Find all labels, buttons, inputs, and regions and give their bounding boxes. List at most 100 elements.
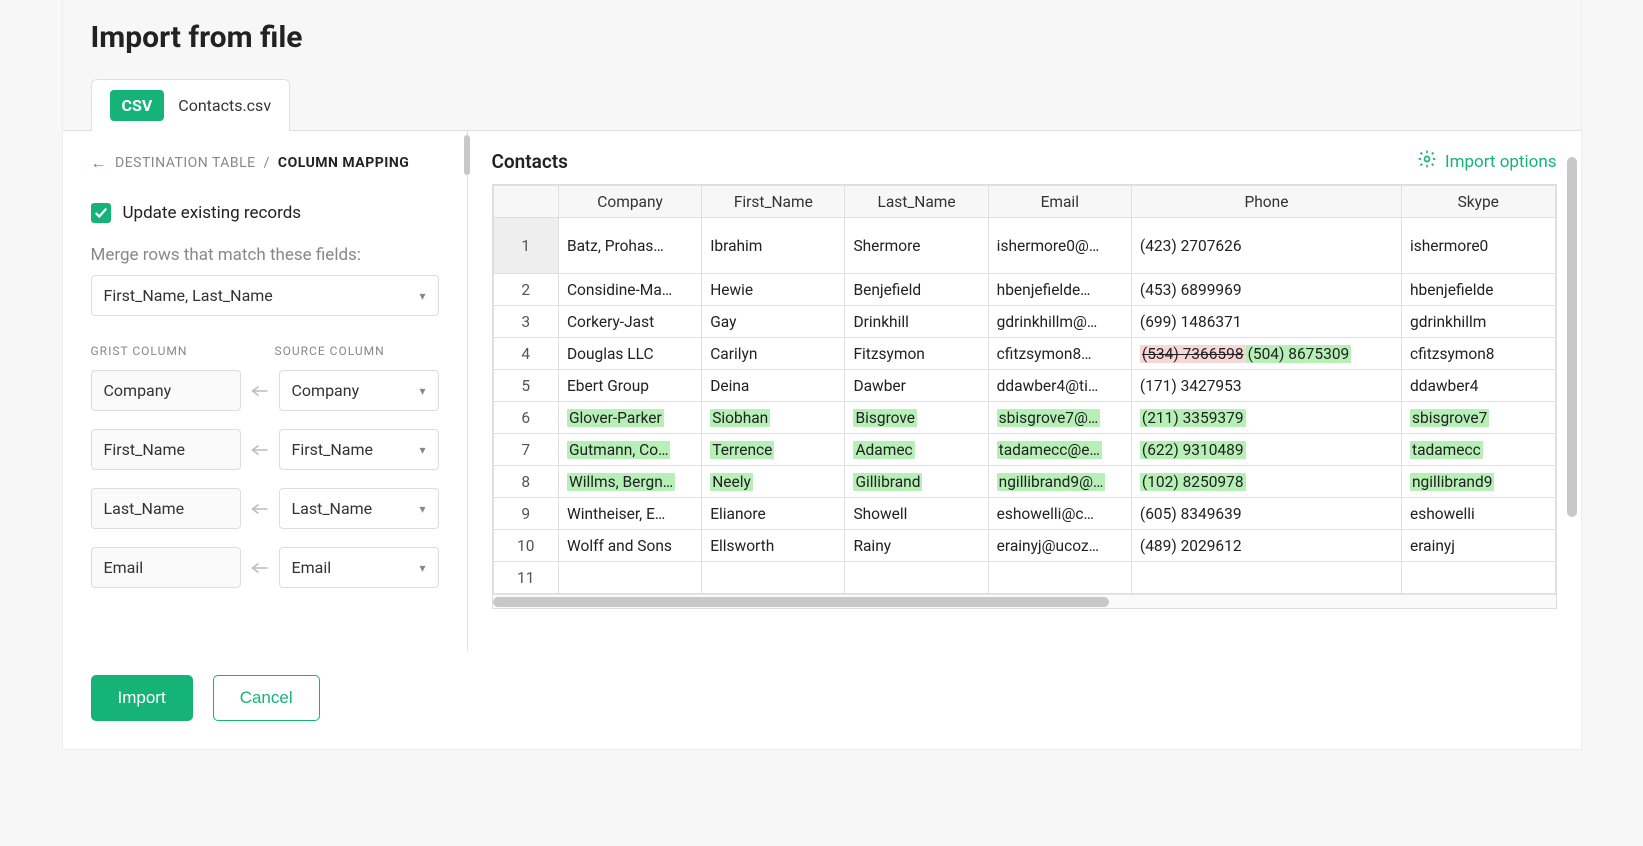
back-arrow-icon[interactable]: ← — [91, 153, 108, 173]
table-cell[interactable]: gdrinkhillm@… — [988, 306, 1131, 338]
table-cell[interactable]: Hewie — [702, 274, 845, 306]
update-existing-checkbox[interactable] — [91, 203, 111, 223]
table-cell[interactable] — [1402, 562, 1556, 594]
table-row[interactable]: 11 — [493, 562, 1555, 594]
cancel-button[interactable]: Cancel — [213, 675, 320, 721]
vertical-scrollbar[interactable] — [1567, 157, 1577, 517]
table-cell[interactable] — [988, 562, 1131, 594]
table-row[interactable]: 3Corkery-JastGayDrinkhillgdrinkhillm@…(6… — [493, 306, 1555, 338]
table-cell[interactable]: Drinkhill — [845, 306, 988, 338]
table-cell[interactable]: gdrinkhillm — [1402, 306, 1556, 338]
table-cell[interactable]: ishermore0 — [1402, 218, 1556, 274]
table-cell[interactable]: ddawber4 — [1402, 370, 1556, 402]
table-cell[interactable]: ngillibrand9 — [1402, 466, 1556, 498]
table-cell[interactable]: tadamecc@e… — [988, 434, 1131, 466]
column-header[interactable]: First_Name — [702, 186, 845, 218]
table-row[interactable]: 6Glover-ParkerSiobhanBisgrovesbisgrove7@… — [493, 402, 1555, 434]
table-cell[interactable]: (605) 8349639 — [1131, 498, 1401, 530]
table-cell[interactable] — [702, 562, 845, 594]
table-cell[interactable]: Gay — [702, 306, 845, 338]
highlighted-value: Bisgrove — [853, 409, 917, 427]
table-cell[interactable]: (102) 8250978 — [1131, 466, 1401, 498]
table-cell[interactable]: Showell — [845, 498, 988, 530]
table-cell[interactable]: eshowelli — [1402, 498, 1556, 530]
breadcrumb-step-destination[interactable]: DESTINATION TABLE — [115, 155, 256, 171]
table-cell[interactable]: Batz, Prohas… — [558, 218, 701, 274]
import-button[interactable]: Import — [91, 675, 193, 721]
table-row[interactable]: 2Considine-Ma…HewieBenjefieldhbenjefield… — [493, 274, 1555, 306]
table-cell[interactable]: ddawber4@ti… — [988, 370, 1131, 402]
table-row[interactable]: 9Wintheiser, E…ElianoreShowelleshowelli@… — [493, 498, 1555, 530]
table-cell[interactable]: Gutmann, Co… — [558, 434, 701, 466]
import-options-button[interactable]: Import options — [1417, 149, 1557, 174]
table-cell[interactable]: Considine-Ma… — [558, 274, 701, 306]
table-cell[interactable]: (211) 3359379 — [1131, 402, 1401, 434]
table-row[interactable]: 10Wolff and SonsEllsworthRainyerainyj@uc… — [493, 530, 1555, 562]
table-row[interactable]: 4Douglas LLCCarilynFitzsymoncfitzsymon8…… — [493, 338, 1555, 370]
table-cell[interactable]: sbisgrove7 — [1402, 402, 1556, 434]
table-cell[interactable] — [558, 562, 701, 594]
table-cell[interactable]: (423) 2707626 — [1131, 218, 1401, 274]
table-cell[interactable]: Glover-Parker — [558, 402, 701, 434]
table-cell[interactable]: sbisgrove7@… — [988, 402, 1131, 434]
table-cell[interactable]: hbenjefielde — [1402, 274, 1556, 306]
table-cell[interactable] — [845, 562, 988, 594]
table-cell[interactable]: Siobhan — [702, 402, 845, 434]
table-cell[interactable]: Ebert Group — [558, 370, 701, 402]
table-cell[interactable]: Shermore — [845, 218, 988, 274]
column-header[interactable]: Email — [988, 186, 1131, 218]
column-header[interactable]: Phone — [1131, 186, 1401, 218]
table-cell[interactable]: Carilyn — [702, 338, 845, 370]
table-row[interactable]: 5Ebert GroupDeinaDawberddawber4@ti…(171)… — [493, 370, 1555, 402]
table-cell[interactable]: (171) 3427953 — [1131, 370, 1401, 402]
table-cell[interactable]: (622) 9310489 — [1131, 434, 1401, 466]
table-cell[interactable]: Deina — [702, 370, 845, 402]
horizontal-scrollbar[interactable] — [493, 594, 1556, 608]
table-cell[interactable]: ishermore0@… — [988, 218, 1131, 274]
table-cell[interactable]: Rainy — [845, 530, 988, 562]
scrollbar-thumb[interactable] — [493, 597, 1110, 607]
table-cell[interactable]: (534) 7366598(504) 8675309 — [1131, 338, 1401, 370]
table-cell[interactable]: Terrence — [702, 434, 845, 466]
table-cell[interactable]: cfitzsymon8 — [1402, 338, 1556, 370]
source-column-select[interactable]: Email▾ — [279, 547, 439, 588]
table-cell[interactable]: Wintheiser, E… — [558, 498, 701, 530]
source-column-select[interactable]: First_Name▾ — [279, 429, 439, 470]
table-cell[interactable]: ngillibrand9@… — [988, 466, 1131, 498]
update-existing-row[interactable]: Update existing records — [91, 203, 439, 223]
table-cell[interactable]: (489) 2029612 — [1131, 530, 1401, 562]
merge-fields-select[interactable]: First_Name, Last_Name ▾ — [91, 275, 439, 316]
table-cell[interactable]: Bisgrove — [845, 402, 988, 434]
table-cell[interactable]: cfitzsymon8… — [988, 338, 1131, 370]
table-cell[interactable]: Wolff and Sons — [558, 530, 701, 562]
source-column-select[interactable]: Last_Name▾ — [279, 488, 439, 529]
table-cell[interactable] — [1131, 562, 1401, 594]
table-cell[interactable]: Willms, Bergn… — [558, 466, 701, 498]
file-tab[interactable]: CSV Contacts.csv — [91, 79, 291, 131]
source-column-select[interactable]: Company▾ — [279, 370, 439, 411]
table-cell[interactable]: Adamec — [845, 434, 988, 466]
table-cell[interactable]: eshowelli@c… — [988, 498, 1131, 530]
table-cell[interactable]: erainyj@ucoz… — [988, 530, 1131, 562]
table-cell[interactable]: Corkery-Jast — [558, 306, 701, 338]
table-cell[interactable]: Elianore — [702, 498, 845, 530]
column-header[interactable]: Last_Name — [845, 186, 988, 218]
table-row[interactable]: 7Gutmann, Co…TerrenceAdamectadamecc@e…(6… — [493, 434, 1555, 466]
table-row[interactable]: 1Batz, Prohas…IbrahimShermoreishermore0@… — [493, 218, 1555, 274]
table-cell[interactable]: Gillibrand — [845, 466, 988, 498]
table-cell[interactable]: Fitzsymon — [845, 338, 988, 370]
table-cell[interactable]: Ibrahim — [702, 218, 845, 274]
table-cell[interactable]: tadamecc — [1402, 434, 1556, 466]
table-cell[interactable]: hbenjefielde… — [988, 274, 1131, 306]
table-cell[interactable]: (699) 1486371 — [1131, 306, 1401, 338]
table-cell[interactable]: erainyj — [1402, 530, 1556, 562]
table-row[interactable]: 8Willms, Bergn…NeelyGillibrandngillibran… — [493, 466, 1555, 498]
table-cell[interactable]: Benjefield — [845, 274, 988, 306]
table-cell[interactable]: Ellsworth — [702, 530, 845, 562]
table-cell[interactable]: Douglas LLC — [558, 338, 701, 370]
column-header[interactable]: Company — [558, 186, 701, 218]
column-header[interactable]: Skype — [1402, 186, 1556, 218]
table-cell[interactable]: Neely — [702, 466, 845, 498]
table-cell[interactable]: (453) 6899969 — [1131, 274, 1401, 306]
table-cell[interactable]: Dawber — [845, 370, 988, 402]
